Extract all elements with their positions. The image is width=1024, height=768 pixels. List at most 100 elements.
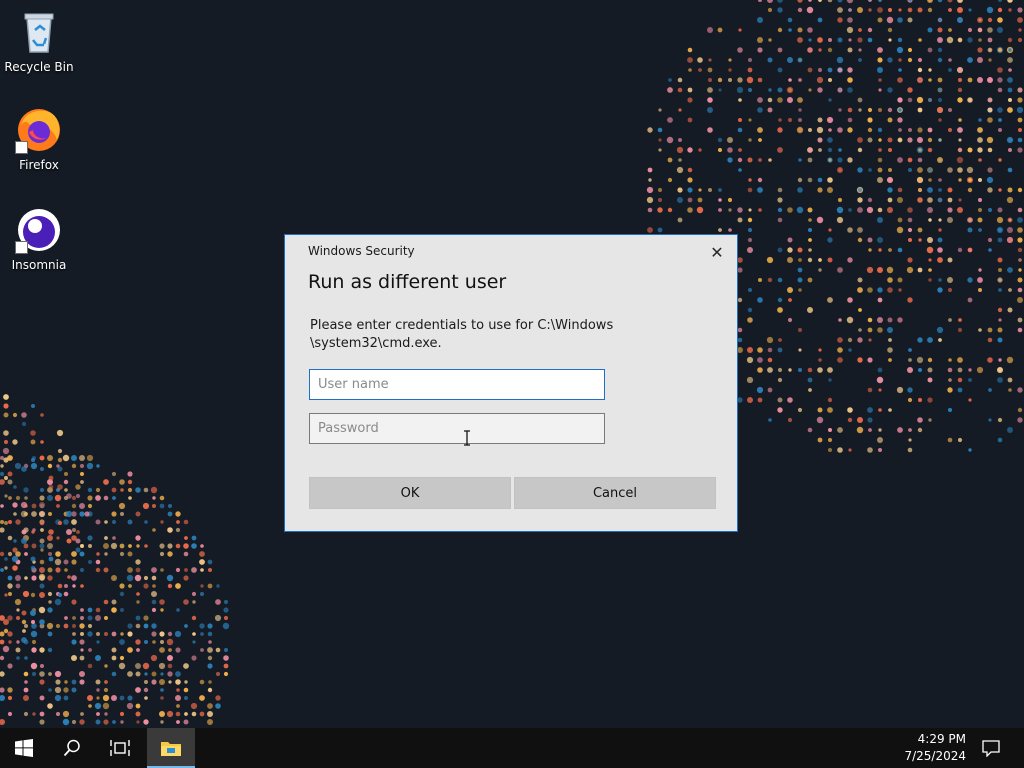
wallpaper-dot	[0, 504, 4, 508]
wallpaper-dot	[747, 347, 753, 353]
wallpaper-dot	[1017, 97, 1023, 103]
wallpaper-dot	[937, 237, 943, 243]
wallpaper-dot	[898, 68, 902, 72]
desktop-icon-recycle-bin[interactable]: Recycle Bin	[1, 8, 77, 74]
wallpaper-dot	[7, 695, 13, 701]
wallpaper-dot	[8, 496, 12, 500]
file-explorer-button[interactable]	[147, 728, 195, 768]
wallpaper-dot	[897, 187, 903, 193]
wallpaper-dot	[887, 117, 893, 123]
wallpaper-dot	[166, 638, 174, 646]
wallpaper-dot	[63, 519, 69, 525]
wallpaper-dot	[160, 608, 164, 612]
wallpaper-dot	[176, 704, 180, 708]
wallpaper-dot	[817, 117, 823, 123]
wallpaper-dot	[917, 67, 923, 73]
desktop-icon-insomnia[interactable]: Insomnia	[1, 206, 77, 272]
wallpaper-dot	[857, 187, 863, 193]
close-icon[interactable]: ✕	[705, 240, 729, 264]
wallpaper-dot	[737, 297, 743, 303]
taskbar-clock[interactable]: 4:29 PM 7/25/2024	[904, 731, 966, 765]
desktop-icon-firefox[interactable]: Firefox	[1, 106, 77, 172]
wallpaper-dot	[698, 148, 702, 152]
wallpaper-dot	[918, 188, 922, 192]
wallpaper-dot	[151, 671, 157, 677]
wallpaper-dot	[14, 598, 22, 606]
wallpaper-dot	[948, 358, 952, 362]
wallpaper-dot	[807, 367, 813, 373]
wallpaper-dot	[24, 656, 28, 660]
wallpaper-dot	[927, 7, 933, 13]
wallpaper-dot	[21, 637, 27, 643]
username-input[interactable]	[309, 369, 605, 400]
wallpaper-dot	[176, 520, 180, 524]
wallpaper-dot	[756, 386, 764, 394]
wallpaper-dot	[1017, 227, 1023, 233]
wallpaper-dot	[191, 655, 197, 661]
wallpaper-dot	[806, 6, 814, 14]
wallpaper-dot	[997, 327, 1003, 333]
wallpaper-dot	[80, 648, 84, 652]
wallpaper-dot	[987, 147, 993, 153]
wallpaper-dot	[119, 543, 125, 549]
wallpaper-dot	[144, 696, 148, 700]
wallpaper-dot	[0, 639, 5, 645]
wallpaper-dot	[7, 471, 13, 477]
password-input[interactable]	[309, 413, 605, 444]
start-button[interactable]	[0, 728, 48, 768]
wallpaper-dot	[757, 187, 763, 193]
wallpaper-dot	[192, 600, 196, 604]
wallpaper-dot	[39, 502, 45, 508]
wallpaper-dot	[127, 487, 133, 493]
wallpaper-dot	[787, 17, 793, 23]
wallpaper-dot	[798, 158, 802, 162]
wallpaper-dot	[66, 493, 72, 499]
ok-button[interactable]: OK	[309, 477, 511, 509]
wallpaper-dot	[967, 187, 973, 193]
wallpaper-dot	[31, 623, 37, 629]
wallpaper-dot	[808, 238, 812, 242]
wallpaper-dot	[867, 387, 873, 393]
wallpaper-dot	[160, 640, 164, 644]
wallpaper-dot	[167, 551, 173, 557]
wallpaper-dot	[71, 463, 77, 469]
wallpaper-dot	[808, 0, 812, 2]
wallpaper-dot	[192, 640, 196, 644]
wallpaper-dot	[808, 88, 812, 92]
wallpaper-dot	[908, 128, 912, 132]
wallpaper-dot	[747, 87, 753, 93]
wallpaper-dot	[748, 58, 752, 62]
wallpaper-dot	[0, 527, 5, 533]
wallpaper-dot	[167, 511, 173, 517]
wallpaper-dot	[54, 694, 62, 702]
wallpaper-dot	[1017, 417, 1023, 423]
wallpaper-dot	[917, 137, 923, 143]
wallpaper-dot	[997, 67, 1003, 73]
wallpaper-dot	[757, 47, 763, 53]
wallpaper-dot	[207, 711, 213, 717]
wallpaper-dot	[120, 720, 124, 724]
wallpaper-dot	[907, 227, 913, 233]
wallpaper-dot	[71, 719, 77, 725]
wallpaper-dot	[3, 439, 9, 445]
task-view-button[interactable]	[96, 728, 144, 768]
wallpaper-dot	[908, 158, 912, 162]
wallpaper-dot	[191, 543, 197, 549]
wallpaper-dot	[678, 138, 682, 142]
wallpaper-dot	[1018, 268, 1022, 272]
wallpaper-dot	[135, 511, 141, 517]
search-button[interactable]	[48, 728, 96, 768]
wallpaper-dot	[917, 107, 923, 113]
wallpaper-dot	[31, 575, 37, 581]
cancel-button[interactable]: Cancel	[514, 477, 716, 509]
wallpaper-dot	[110, 542, 118, 550]
wallpaper-dot	[877, 127, 883, 133]
wallpaper-dot	[71, 503, 77, 509]
wallpaper-dot	[947, 127, 953, 133]
wallpaper-dot	[916, 96, 924, 104]
wallpaper-dot	[957, 127, 963, 133]
wallpaper-dot	[648, 178, 652, 182]
wallpaper-dot	[887, 137, 893, 143]
wallpaper-dot	[30, 630, 38, 638]
action-center-button[interactable]	[968, 728, 1014, 768]
